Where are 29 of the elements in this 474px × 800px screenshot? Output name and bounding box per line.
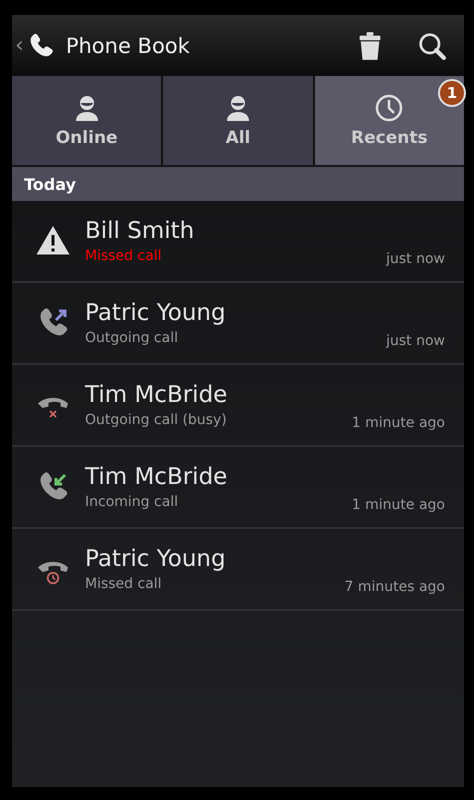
tab[interactable]: Online: [12, 76, 162, 165]
count-badge: 1: [438, 79, 466, 107]
call-time: 1 minute ago: [352, 497, 445, 513]
contact-name: Tim McBride: [85, 382, 228, 408]
call-row[interactable]: Tim McBride Incoming call 1 minute ago: [12, 447, 464, 529]
search-icon[interactable]: [418, 30, 446, 60]
call-row[interactable]: Bill Smith Missed call just now: [12, 201, 464, 283]
contact-name: Patric Young: [85, 546, 227, 572]
tab[interactable]: All: [163, 76, 313, 165]
call-status: Outgoing call (busy): [85, 412, 228, 428]
call-status: Incoming call: [85, 494, 180, 510]
app-title: Phone Book: [66, 34, 191, 58]
call-status: Missed call: [85, 576, 163, 592]
back-button[interactable]: ‹: [15, 33, 24, 58]
call-row[interactable]: Tim McBride Outgoing call (busy) 1 minute ago: [12, 365, 464, 447]
contact-name: Patric Young: [85, 300, 227, 326]
section-header: Today: [12, 167, 464, 201]
call-time: 7 minutes ago: [344, 579, 445, 595]
call-status: Missed call: [85, 248, 163, 264]
call-time: just now: [386, 333, 445, 349]
call-row[interactable]: Patric Young Outgoing call just now: [12, 283, 464, 365]
call-time: just now: [386, 251, 445, 267]
contact-name: Tim McBride: [85, 464, 228, 490]
tab[interactable]: Recents 1: [314, 76, 464, 165]
call-time: 1 minute ago: [352, 415, 445, 431]
call-row[interactable]: Patric Young Missed call 7 minutes ago: [12, 529, 464, 611]
clock-icon: [375, 94, 404, 122]
contact-name: Bill Smith: [85, 218, 196, 244]
call-status: Outgoing call: [85, 330, 179, 346]
